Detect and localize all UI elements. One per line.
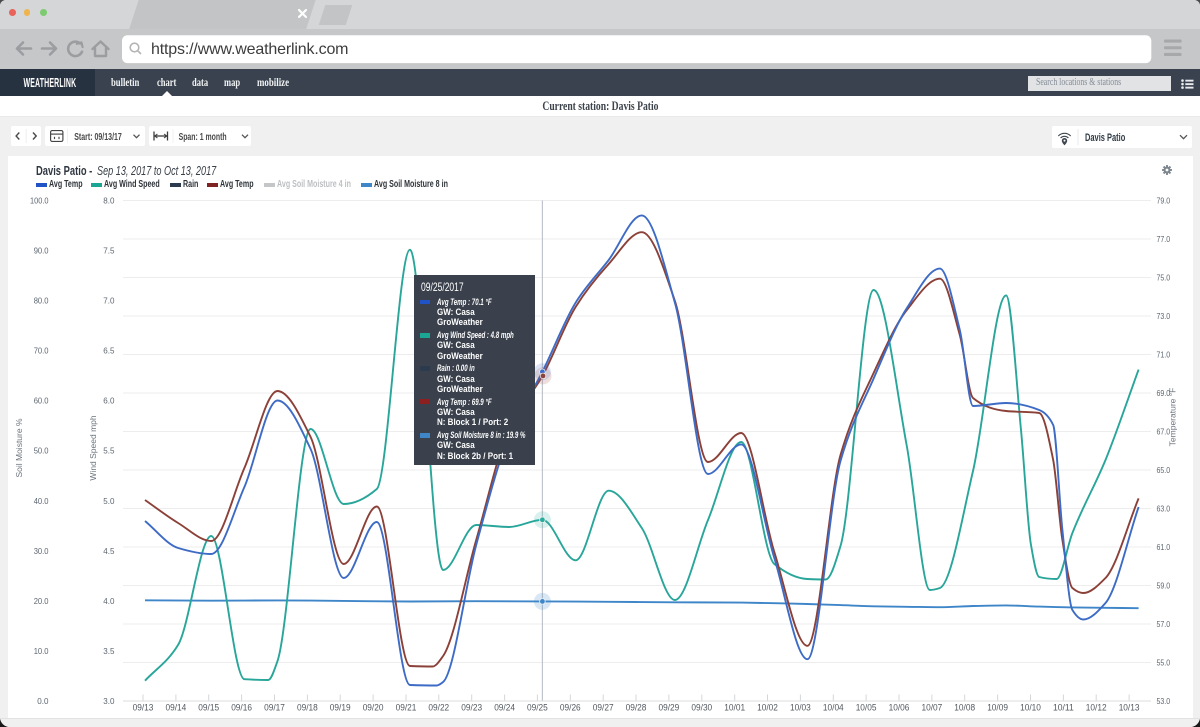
svg-text:10/12: 10/12 (1086, 703, 1107, 713)
svg-text:6.5: 6.5 (103, 346, 114, 356)
svg-text:09/25: 09/25 (527, 703, 548, 713)
svg-text:4.5: 4.5 (103, 546, 114, 556)
svg-text:Soil Moisture %: Soil Moisture % (14, 418, 24, 477)
svg-text:09/22: 09/22 (428, 703, 449, 713)
svg-text:10.0: 10.0 (34, 646, 49, 656)
svg-text:09/27: 09/27 (593, 703, 614, 713)
svg-text:57.0: 57.0 (1157, 619, 1171, 629)
svg-text:59.0: 59.0 (1157, 581, 1171, 591)
svg-text:55.0: 55.0 (1157, 658, 1171, 668)
svg-text:09/16: 09/16 (231, 703, 252, 713)
svg-text:7.5: 7.5 (103, 246, 114, 256)
svg-text:09/14: 09/14 (166, 703, 187, 713)
svg-text:10/01: 10/01 (724, 703, 745, 713)
svg-text:79.0: 79.0 (1157, 196, 1171, 206)
svg-text:10/10: 10/10 (1020, 703, 1041, 713)
svg-text:10/13: 10/13 (1119, 703, 1140, 713)
svg-text:Wind Speed mph: Wind Speed mph (88, 415, 98, 480)
svg-text:10/04: 10/04 (823, 703, 844, 713)
svg-text:10/05: 10/05 (856, 703, 877, 713)
svg-text:50.0: 50.0 (34, 446, 49, 456)
svg-text:10/07: 10/07 (922, 703, 943, 713)
svg-text:10/02: 10/02 (757, 703, 778, 713)
svg-text:30.0: 30.0 (34, 546, 49, 556)
svg-text:40.0: 40.0 (34, 496, 49, 506)
svg-text:0.0: 0.0 (37, 696, 48, 706)
svg-text:09/28: 09/28 (626, 703, 647, 713)
svg-text:09/30: 09/30 (691, 703, 712, 713)
svg-text:10/11: 10/11 (1053, 703, 1074, 713)
svg-text:5.5: 5.5 (103, 446, 114, 456)
svg-text:6.0: 6.0 (103, 396, 114, 406)
svg-text:71.0: 71.0 (1157, 350, 1171, 360)
svg-text:10/08: 10/08 (954, 703, 975, 713)
svg-text:8.0: 8.0 (103, 195, 114, 205)
svg-text:3.0: 3.0 (103, 696, 114, 706)
svg-text:60.0: 60.0 (34, 396, 49, 406)
svg-text:09/24: 09/24 (494, 703, 515, 713)
svg-text:80.0: 80.0 (34, 296, 49, 306)
svg-text:09/17: 09/17 (264, 703, 285, 713)
svg-text:73.0: 73.0 (1157, 311, 1171, 321)
svg-text:65.0: 65.0 (1157, 465, 1171, 475)
svg-text:20.0: 20.0 (34, 596, 49, 606)
svg-text:53.0: 53.0 (1157, 696, 1171, 706)
svg-text:63.0: 63.0 (1157, 504, 1171, 514)
svg-text:5.0: 5.0 (103, 496, 114, 506)
svg-text:09/19: 09/19 (330, 703, 351, 713)
svg-text:61.0: 61.0 (1157, 542, 1171, 552)
svg-text:09/18: 09/18 (297, 703, 318, 713)
svg-text:09/13: 09/13 (133, 703, 154, 713)
svg-text:4.0: 4.0 (103, 596, 114, 606)
svg-text:90.0: 90.0 (34, 246, 49, 256)
svg-text:70.0: 70.0 (34, 346, 49, 356)
svg-text:75.0: 75.0 (1157, 273, 1171, 283)
svg-text:100.0: 100.0 (30, 195, 49, 205)
svg-text:09/21: 09/21 (396, 703, 417, 713)
svg-text:3.5: 3.5 (103, 646, 114, 656)
svg-text:7.0: 7.0 (103, 296, 114, 306)
svg-text:10/06: 10/06 (889, 703, 910, 713)
svg-text:09/23: 09/23 (461, 703, 482, 713)
svg-text:09/26: 09/26 (560, 703, 581, 713)
svg-text:09/29: 09/29 (659, 703, 680, 713)
svg-text:10/09: 10/09 (987, 703, 1008, 713)
svg-text:09/15: 09/15 (198, 703, 219, 713)
svg-text:10/03: 10/03 (790, 703, 811, 713)
svg-text:77.0: 77.0 (1157, 234, 1171, 244)
svg-text:Temperature °F: Temperature °F (1168, 388, 1178, 447)
svg-text:09/20: 09/20 (363, 703, 384, 713)
